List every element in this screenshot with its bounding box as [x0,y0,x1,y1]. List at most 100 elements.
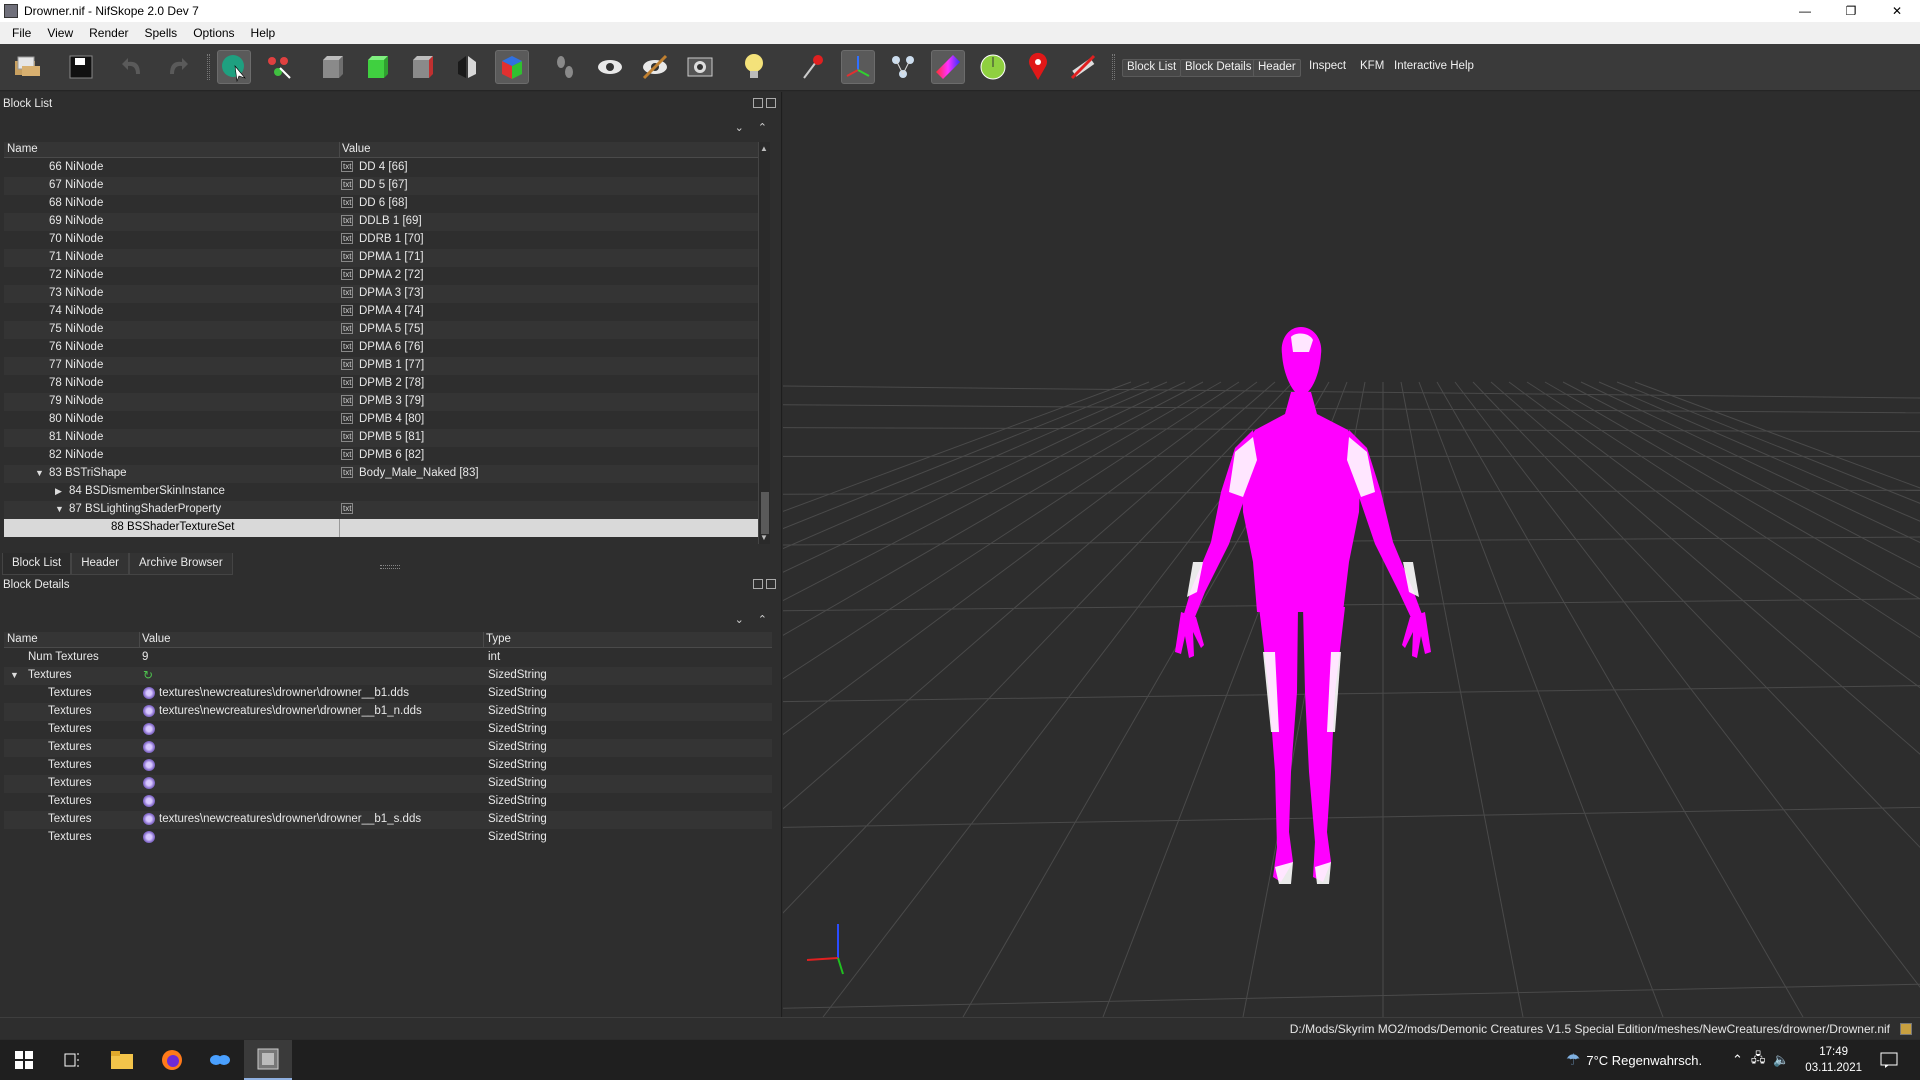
3d-model-figure[interactable] [1175,327,1431,884]
scroll-up-icon[interactable]: ▲ [760,144,768,153]
close-icon[interactable] [766,98,776,108]
block-list-row[interactable]: 82 NiNode txt DPMB 6 [82] [4,447,758,465]
dock-header-button[interactable]: Header [1253,59,1301,77]
detail-row[interactable]: Textures SizedString [4,793,772,811]
cube-red-icon[interactable] [405,50,439,84]
detail-row[interactable]: Textures textures\newcreatures\drowner\dr… [4,685,772,703]
expand-arrow-icon[interactable]: ▼ [55,504,64,514]
block-list-row[interactable]: 68 NiNode txt DD 6 [68] [4,195,758,213]
windows-start-icon[interactable] [0,1040,48,1080]
select-icon[interactable] [217,50,251,84]
scroll-down-icon[interactable]: ▼ [760,533,768,542]
float-icon[interactable] [753,98,763,108]
collapse-all-icon[interactable]: ⌄ [735,121,744,134]
float-icon[interactable] [753,579,763,589]
menu-render[interactable]: Render [81,26,136,40]
menu-help[interactable]: Help [243,26,284,40]
dock-kfm-button[interactable]: KFM [1356,59,1388,77]
close-button[interactable]: ✕ [1874,0,1920,22]
dock-block-details-button[interactable]: Block Details [1180,59,1257,77]
chevron-up-icon[interactable]: ⌃ [1732,1052,1743,1068]
column-value[interactable]: Value [342,143,371,155]
detail-row[interactable]: Textures textures\newcreatures\drowner\dr… [4,811,772,829]
detail-value[interactable]: textures\newcreatures\drowner\drowner__b… [159,705,422,717]
gradient-icon[interactable] [931,50,965,84]
lightbulb-icon[interactable] [737,50,771,84]
3d-viewport[interactable] [783,92,1920,1017]
block-list-row[interactable]: 66 NiNode txt DD 4 [66] [4,159,758,177]
cube-color-icon[interactable] [495,50,529,84]
no-draw-icon[interactable] [1066,50,1100,84]
redo-icon[interactable] [160,50,194,84]
menu-view[interactable]: View [39,26,81,40]
expand-all-icon[interactable]: ⌃ [758,121,767,134]
collapse-arrow-icon[interactable]: ▶ [55,486,62,497]
detail-value[interactable]: textures\newcreatures\drowner\drowner__b… [159,687,409,699]
close-icon[interactable] [766,579,776,589]
column-name[interactable]: Name [7,143,38,155]
connect-icon[interactable] [262,50,296,84]
expand-arrow-icon[interactable]: ▼ [35,468,44,478]
eye-strike-icon[interactable] [638,50,672,84]
nifskope-icon[interactable] [244,1040,292,1080]
block-list-row[interactable]: 67 NiNode txt DD 5 [67] [4,177,758,195]
flip-icon[interactable] [450,50,484,84]
detail-row[interactable]: Textures SizedString [4,757,772,775]
block-list-row[interactable]: 79 NiNode txt DPMB 3 [79] [4,393,758,411]
block-list-row[interactable]: 72 NiNode txt DPMA 2 [72] [4,267,758,285]
task-view-icon[interactable] [48,1040,96,1080]
block-list-row[interactable]: 81 NiNode txt DPMB 5 [81] [4,429,758,447]
block-list-row[interactable]: 75 NiNode txt DPMA 5 [75] [4,321,758,339]
block-list-row[interactable]: ▼ 87 BSLightingShaderProperty txt [4,501,758,519]
block-list-row[interactable]: 69 NiNode txt DDLB 1 [69] [4,213,758,231]
firefox-icon[interactable] [148,1040,196,1080]
detail-row[interactable]: Textures textures\newcreatures\drowner\dr… [4,703,772,721]
radar-icon[interactable] [976,50,1010,84]
block-list-row[interactable]: ▼ 83 BSTriShape txt Body_Male_Naked [83] [4,465,758,483]
block-list-row[interactable]: 73 NiNode txt DPMA 3 [73] [4,285,758,303]
expand-all-icon[interactable]: ⌃ [758,613,767,626]
eye-icon[interactable] [593,50,627,84]
minimize-button[interactable]: — [1782,0,1828,22]
footsteps-icon[interactable] [548,50,582,84]
block-list-row[interactable]: ▶ 84 BSDismemberSkinInstance [4,483,758,501]
tab-block-list[interactable]: Block List [2,553,72,575]
column-type[interactable]: Type [486,633,511,645]
block-list-row[interactable]: 77 NiNode txt DPMB 1 [77] [4,357,758,375]
block-list-row[interactable]: 80 NiNode txt DPMB 4 [80] [4,411,758,429]
undo-icon[interactable] [116,50,150,84]
dock-block-list-button[interactable]: Block List [1122,59,1182,77]
cube-green-icon[interactable] [360,50,394,84]
expand-arrow-icon[interactable]: ▼ [10,670,19,680]
marker-icon[interactable] [1021,50,1055,84]
clock[interactable]: 17:49 03.11.2021 [1805,1044,1862,1076]
detail-row[interactable]: ▼ Textures ↻ SizedString [4,667,772,685]
detail-row[interactable]: Textures SizedString [4,721,772,739]
cube-grey-icon[interactable] [315,50,349,84]
menu-spells[interactable]: Spells [137,26,186,40]
mo2-icon[interactable] [196,1040,244,1080]
screenshot-icon[interactable] [683,50,717,84]
dock-splitter[interactable] [380,565,400,569]
maximize-button[interactable]: ❐ [1828,0,1874,22]
collapse-all-icon[interactable]: ⌄ [735,613,744,626]
detail-row[interactable]: Textures SizedString [4,829,772,847]
volume-icon[interactable]: 🔈 [1773,1052,1789,1068]
notification-icon[interactable] [1880,1040,1898,1080]
block-list-row[interactable]: 78 NiNode txt DPMB 2 [78] [4,375,758,393]
menu-file[interactable]: File [4,26,39,40]
block-list-row[interactable]: 88 BSShaderTextureSet [4,519,758,537]
save-icon[interactable] [64,50,98,84]
detail-value[interactable]: textures\newcreatures\drowner\drowner__b… [159,813,421,825]
open-icon[interactable] [10,50,44,84]
dock-inspect-button[interactable]: Inspect [1305,59,1350,77]
scrollbar-thumb[interactable] [761,492,769,534]
block-list-row[interactable]: 76 NiNode txt DPMA 6 [76] [4,339,758,357]
column-value[interactable]: Value [142,633,171,645]
network-icon[interactable]: 🖧 [1751,1049,1766,1071]
tab-archive-browser[interactable]: Archive Browser [128,553,233,575]
weather-widget[interactable]: ☂ 7°C Regenwahrsch. [1566,1040,1702,1080]
pin-icon[interactable] [796,50,830,84]
column-name[interactable]: Name [7,633,38,645]
block-list-row[interactable]: 74 NiNode txt DPMA 4 [74] [4,303,758,321]
